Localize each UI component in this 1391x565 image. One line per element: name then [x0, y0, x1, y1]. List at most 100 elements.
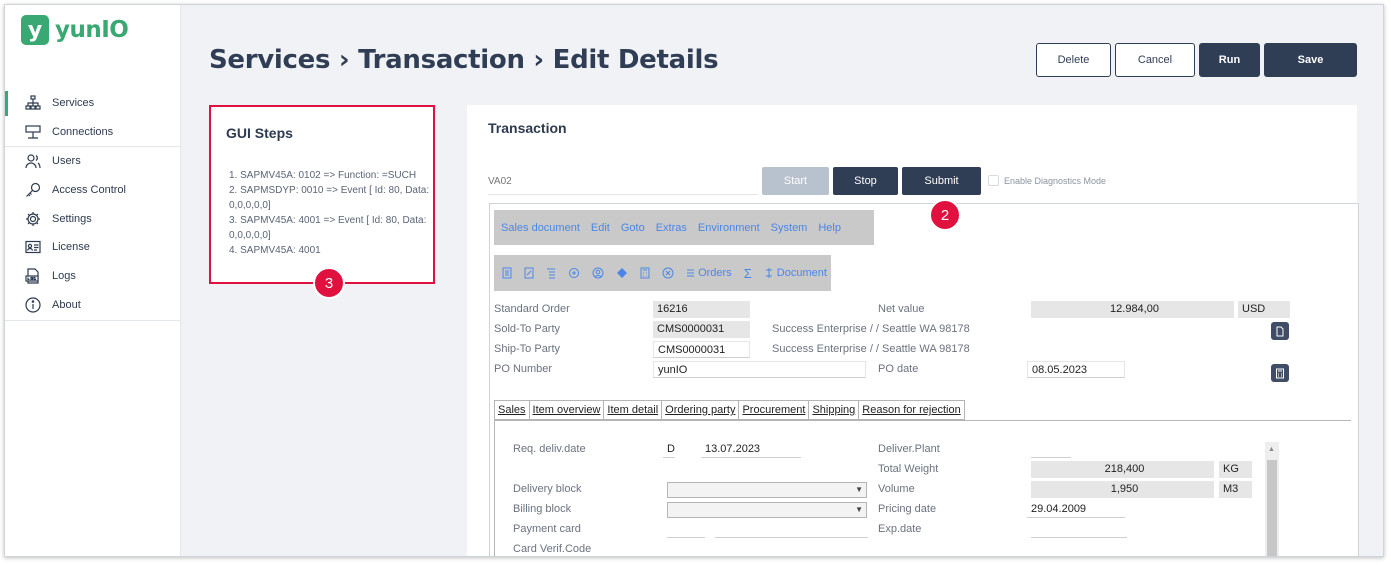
callout-badge-2: 2 [929, 199, 961, 231]
currency-value: USD [1238, 301, 1290, 318]
info-icon [25, 297, 41, 313]
chevron-down-icon: ▼ [855, 505, 863, 514]
sap-menu-system[interactable]: System [771, 222, 808, 234]
sidebar-divider [5, 320, 181, 321]
sap-menu-bar: Sales document Edit Goto Extras Environm… [494, 210, 874, 245]
cancel-button[interactable]: Cancel [1115, 43, 1195, 77]
tab-reason-for-rejection[interactable]: Reason for rejection [858, 400, 965, 420]
sidebar-item-settings[interactable]: Settings [5, 204, 181, 233]
scrollbar-thumb[interactable] [1267, 460, 1277, 556]
req-deliv-date-label: Req. deliv.date [513, 443, 586, 455]
billing-block-label: Billing block [513, 503, 572, 515]
vertical-scrollbar[interactable]: ▲ [1265, 442, 1279, 556]
gui-steps-panel: GUI Steps 1. SAPMV45A: 0102 => Function:… [209, 105, 435, 284]
card-verif-code-label: Card Verif.Code [513, 543, 592, 555]
gui-step-item[interactable]: 4. SAPMV45A: 4001 [229, 243, 433, 258]
tab-item-overview[interactable]: Item overview [528, 400, 604, 420]
document-icon[interactable] [1271, 322, 1289, 340]
partner-icon[interactable] [592, 267, 604, 279]
delivery-block-select[interactable]: ▼ [667, 482, 867, 498]
sidebar-item-label: Access Control [52, 183, 126, 196]
deliver-plant-label: Deliver.Plant [878, 443, 940, 455]
sidebar-item-access-control[interactable]: Access Control [5, 175, 181, 204]
stop-button[interactable]: Stop [833, 167, 898, 195]
exp-date-input[interactable] [1031, 521, 1127, 538]
deliver-plant-input[interactable] [1031, 441, 1071, 458]
total-weight-label: Total Weight [878, 463, 939, 475]
gui-step-item[interactable]: 2. SAPMSDYP: 0010 => Event [ Id: 80, Dat… [229, 183, 433, 213]
submit-button[interactable]: Submit [902, 167, 981, 195]
sidebar-item-connections[interactable]: Connections [5, 118, 181, 147]
sum-button[interactable]: Σ [744, 266, 752, 281]
tab-shipping[interactable]: Shipping [808, 400, 859, 420]
document-label: Document [776, 267, 827, 279]
logo-text: yunIO [55, 17, 129, 43]
tab-procurement[interactable]: Procurement [738, 400, 809, 420]
billing-block-select[interactable]: ▼ [667, 502, 867, 518]
sidebar-item-users[interactable]: Users [5, 147, 181, 176]
flow-icon[interactable] [568, 267, 580, 279]
sap-menu-edit[interactable]: Edit [591, 222, 610, 234]
sidebar-item-label: Connections [52, 125, 114, 138]
start-button[interactable]: Start [762, 167, 829, 195]
delete-button[interactable]: Delete [1036, 43, 1111, 77]
net-value: 12.984,00 [1031, 301, 1234, 318]
gui-step-item[interactable]: 1. SAPMV45A: 0102 => Function: =SUCH [229, 168, 433, 183]
payment-card-type-input[interactable] [667, 521, 705, 538]
transaction-panel: Transaction Start Stop Submit Enable Dia… [467, 105, 1359, 556]
connection-icon [25, 124, 41, 140]
sidebar-item-license[interactable]: License [5, 233, 181, 262]
diagnostics-checkbox[interactable] [988, 175, 999, 186]
payment-card-input[interactable] [715, 521, 868, 538]
req-deliv-date-input[interactable]: 13.07.2023 [701, 441, 801, 458]
tab-sales[interactable]: Sales [494, 400, 529, 420]
ship-to-description: Success Enterprise / / Seattle WA 98178 [772, 343, 970, 355]
diagnostics-toggle[interactable]: Enable Diagnostics Mode [988, 175, 1106, 186]
gear-icon [25, 211, 41, 227]
page-title: Services › Transaction › Edit Details [209, 45, 719, 75]
document-button[interactable]: Document [764, 267, 827, 279]
sap-menu-environment[interactable]: Environment [698, 222, 760, 234]
calculator-icon[interactable] [1271, 364, 1289, 382]
sap-menu-help[interactable]: Help [818, 222, 841, 234]
sidebar-item-services[interactable]: Services [5, 89, 181, 118]
pricing-date-input[interactable]: 29.04.2009 [1027, 501, 1125, 518]
save-button[interactable]: Save [1264, 43, 1357, 77]
po-date-input[interactable]: 08.05.2023 [1027, 361, 1125, 378]
sap-toolbar: Orders Σ Document [494, 255, 831, 291]
app-window: y yunIO Services Connections Users Acces… [4, 4, 1384, 557]
sap-tabstrip: Sales Item overview Item detail Ordering… [494, 400, 965, 420]
cancel-circle-icon[interactable] [662, 267, 674, 279]
sidebar-item-about[interactable]: About [5, 291, 181, 320]
sitemap-icon [25, 95, 41, 111]
tab-item-detail[interactable]: Item detail [603, 400, 662, 420]
sap-menu-sales-document[interactable]: Sales document [501, 222, 580, 234]
logo-mark: y [21, 15, 49, 45]
req-deliv-unit[interactable]: D [663, 441, 675, 458]
standard-order-value: 16216 [653, 301, 750, 318]
run-button[interactable]: Run [1199, 43, 1260, 77]
change-doc-icon[interactable] [524, 267, 534, 279]
sold-to-value[interactable]: CMS0000031 [653, 321, 750, 338]
ship-to-value[interactable]: CMS0000031 [653, 341, 750, 358]
tcode-input[interactable] [488, 169, 758, 195]
license-card-icon [25, 239, 41, 255]
logs-icon [25, 268, 41, 284]
tab-ordering-party[interactable]: Ordering party [661, 400, 739, 420]
orders-button[interactable]: Orders [686, 267, 732, 279]
list-icon[interactable] [546, 267, 556, 279]
scroll-up-icon[interactable]: ▲ [1268, 446, 1275, 453]
po-number-input[interactable]: yunIO [653, 361, 866, 378]
gui-step-item[interactable]: 3. SAPMV45A: 4001 => Event [ Id: 80, Dat… [229, 213, 433, 243]
diamond-icon[interactable] [616, 267, 628, 279]
sidebar-item-logs[interactable]: Logs [5, 262, 181, 291]
delivery-block-label: Delivery block [513, 483, 582, 495]
sidebar-item-label: License [52, 241, 90, 254]
sold-to-label: Sold-To Party [494, 323, 561, 335]
display-doc-icon[interactable] [502, 267, 512, 279]
sidebar-item-label: Settings [52, 212, 92, 225]
calc-icon[interactable] [640, 267, 650, 279]
exp-date-label: Exp.date [878, 523, 922, 535]
sap-menu-extras[interactable]: Extras [656, 222, 687, 234]
sap-menu-goto[interactable]: Goto [621, 222, 645, 234]
